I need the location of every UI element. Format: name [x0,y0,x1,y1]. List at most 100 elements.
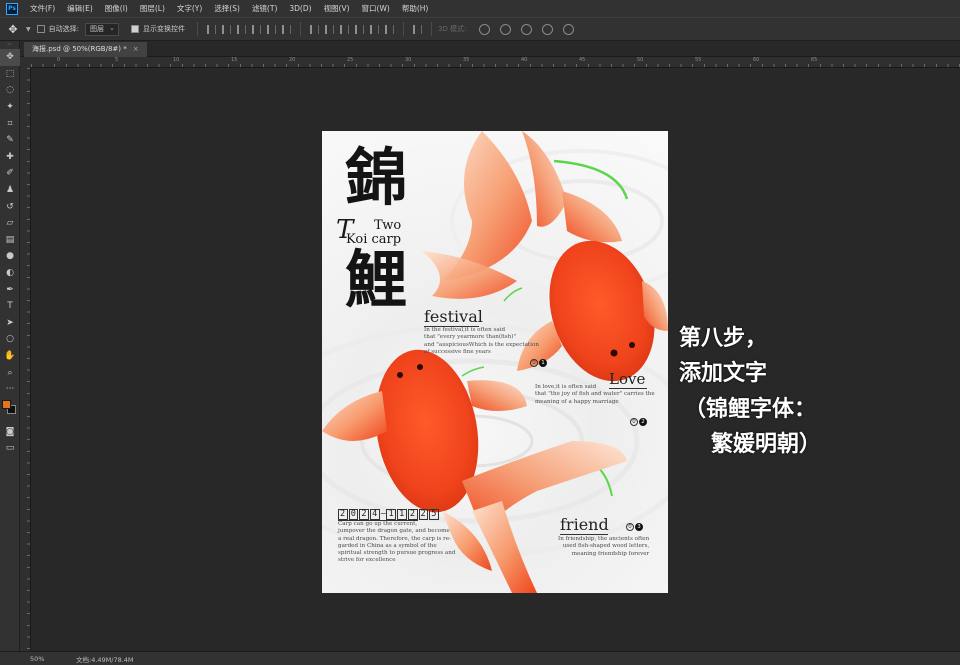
shape-tool-icon[interactable]: ○ [0,331,20,348]
title-kanji-jin[interactable]: 錦 [345,147,407,209]
drag-3d-icon[interactable] [521,23,533,35]
eyedropper-tool-icon[interactable]: ✎ [0,132,20,149]
heading-festival[interactable]: festival [424,307,483,326]
document-tab[interactable]: 海报.psd @ 50%(RGB/8#) * × [24,42,147,57]
date-text[interactable]: 2 0 2 4–1 1 2 2 5 [338,509,440,520]
menu-help[interactable]: 帮助(H) [396,3,435,14]
healing-brush-tool-icon[interactable]: ✚ [0,149,20,166]
title-kanji-li[interactable]: 鯉 [345,249,407,311]
carp-body-text[interactable]: Carp can go up the current, jumpover the… [338,521,455,565]
separator [196,22,198,36]
menu-3d[interactable]: 3D(D) [283,4,317,13]
ruler-tick-label: 20 [289,57,296,63]
slide-3d-icon[interactable] [542,23,554,35]
color-swatches [0,397,20,423]
menu-edit[interactable]: 编辑(E) [61,3,99,14]
ruler-origin[interactable] [20,57,31,68]
distribute-right-icon[interactable] [384,24,394,34]
hand-tool-icon[interactable]: ✋ [0,348,20,365]
rotate-3d-icon[interactable] [479,23,491,35]
clone-stamp-tool-icon[interactable]: ♟ [0,182,20,199]
move-tool-icon[interactable]: ✥ [0,49,20,66]
document-tab-title: 海报.psd @ 50%(RGB/8#) * [32,45,127,53]
date-digit: 1 [386,509,397,520]
ruler-tick-label: 30 [405,57,412,63]
text-line: meaning of a happy marriage [535,398,619,405]
love-body-text[interactable]: In love,it is often said that "the joy o… [535,384,655,406]
auto-align-icon[interactable] [412,24,422,34]
menu-view[interactable]: 视图(V) [318,3,356,14]
photoshop-window: Ps 文件(F) 编辑(E) 图像(I) 图层(L) 文字(Y) 选择(S) 滤… [0,0,960,665]
align-top-icon[interactable] [251,24,261,34]
more-tools-icon[interactable]: ··· [0,381,20,398]
foreground-color-swatch[interactable] [2,400,11,410]
menu-image[interactable]: 图像(I) [99,3,134,14]
menu-select[interactable]: 选择(S) [208,3,246,14]
auto-select-dropdown[interactable]: 图层 [84,22,119,36]
distribute-center-icon[interactable] [369,24,379,34]
menu-layer[interactable]: 图层(L) [134,3,171,14]
menu-type[interactable]: 文字(Y) [171,3,208,14]
align-bottom-icon[interactable] [281,24,291,34]
friend-body-text[interactable]: In friendship, the ancients often used f… [558,536,649,558]
mode-3d-label: 3D 模式: [437,25,467,33]
show-transform-checkbox[interactable] [130,25,139,33]
align-right-icon[interactable] [236,24,246,34]
auto-select-checkbox[interactable] [36,25,45,33]
festival-body-text[interactable]: In the festival,it is often said that "e… [424,327,539,356]
date-digit: 2 [418,509,429,520]
quick-mask-icon[interactable]: ◙ [0,423,20,440]
gradient-tool-icon[interactable]: ▤ [0,232,20,249]
history-brush-tool-icon[interactable]: ↺ [0,198,20,215]
number-digit: 0 [626,523,634,531]
ruler-tick-label: 25 [347,57,354,63]
align-left-icon[interactable] [206,24,216,34]
move-tool-preset-icon[interactable]: ✥ [0,23,26,36]
menu-bar: Ps 文件(F) 编辑(E) 图像(I) 图层(L) 文字(Y) 选择(S) 滤… [0,0,960,17]
pen-tool-icon[interactable]: ✒ [0,281,20,298]
document-tab-bar: 海报.psd @ 50%(RGB/8#) * × [20,41,960,57]
ruler-tick-label: 15 [231,57,238,63]
horizontal-ruler[interactable]: 0 5 10 15 20 25 30 35 40 45 50 55 60 65 [31,57,960,68]
dodge-tool-icon[interactable]: ◐ [0,265,20,282]
scale-3d-icon[interactable] [563,23,575,35]
number-digit: 3 [635,523,643,531]
align-middle-icon[interactable] [266,24,276,34]
distribute-top-icon[interactable] [309,24,319,34]
ruler-tick-label: 65 [811,57,818,63]
screen-mode-icon[interactable]: ▭ [0,440,20,457]
path-selection-tool-icon[interactable]: ➤ [0,315,20,332]
document-size[interactable]: 文档:4.49M/78.4M [46,654,134,664]
menu-filter[interactable]: 滤镜(T) [246,3,283,14]
caption-font-line: （锦鲤字体： [684,397,817,422]
vertical-ruler[interactable] [20,68,31,651]
subtitle-line-two: Two [374,218,402,233]
magic-wand-tool-icon[interactable]: ✦ [0,99,20,116]
text-line: a real dragon. Therefore, the carp is re… [338,535,452,542]
close-icon[interactable]: × [133,42,139,57]
text-line: spiritual strength to pursue progress an… [338,550,456,557]
crop-tool-icon[interactable]: ⌗ [0,115,20,132]
brush-tool-icon[interactable]: ✐ [0,165,20,182]
zoom-tool-icon[interactable]: ⌕ [0,364,20,381]
poster-canvas[interactable]: 錦 T Two Koi carp 鯉 festival In the festi… [322,131,668,593]
panel-grip-icon[interactable]: ›› [0,41,19,49]
align-center-icon[interactable] [221,24,231,34]
date-digit: 2 [407,509,418,520]
type-tool-icon[interactable]: T [0,298,20,315]
heading-friend[interactable]: friend [560,515,609,534]
menu-file[interactable]: 文件(F) [24,3,61,14]
zoom-level[interactable]: 50% [0,655,46,663]
text-line: In love,it is often said [535,384,597,390]
distribute-left-icon[interactable] [354,24,364,34]
text-line: In friendship, the ancients often [558,536,650,542]
distribute-bottom-icon[interactable] [339,24,349,34]
marquee-tool-icon[interactable]: ⬚ [0,66,20,83]
distribute-middle-icon[interactable] [324,24,334,34]
eraser-tool-icon[interactable]: ▱ [0,215,20,232]
roll-3d-icon[interactable] [500,23,512,35]
menu-window[interactable]: 窗口(W) [356,3,396,14]
blur-tool-icon[interactable]: ● [0,248,20,265]
chevron-down-icon[interactable]: ▼ [26,26,31,33]
lasso-tool-icon[interactable]: ◌ [0,82,20,99]
